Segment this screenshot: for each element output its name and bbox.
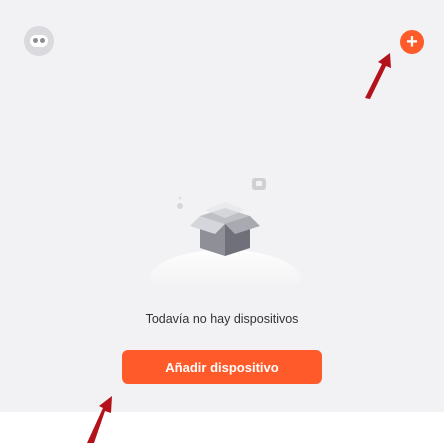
add-device-button[interactable]: Añadir dispositivo xyxy=(122,350,322,384)
plus-circle-icon[interactable]: + xyxy=(400,30,424,54)
avatar-face xyxy=(30,35,48,47)
empty-box-illustration xyxy=(150,178,300,283)
annotation-arrow-icon xyxy=(365,53,391,99)
robot-avatar-icon[interactable] xyxy=(24,26,54,56)
annotation-arrow-icon xyxy=(87,396,112,443)
add-device-label: Añadir dispositivo xyxy=(165,359,279,375)
plus-symbol: + xyxy=(406,31,418,53)
empty-state-message: Todavía no hay dispositivos xyxy=(145,312,299,326)
